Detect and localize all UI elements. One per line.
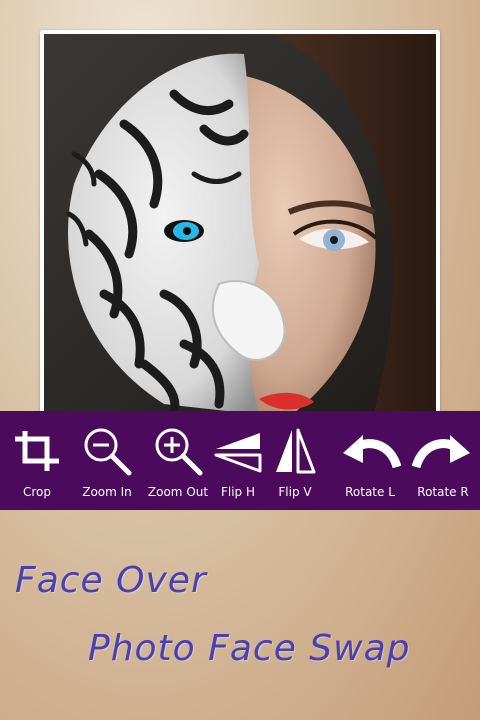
rotate-right-button[interactable]: Rotate R xyxy=(406,411,480,510)
flip-horizontal-button[interactable]: Flip H xyxy=(206,411,270,510)
photo-frame xyxy=(40,30,440,413)
zoom-in-label: Zoom In xyxy=(82,485,132,499)
flip-vertical-button[interactable]: Flip V xyxy=(264,411,326,510)
flip-horizontal-label: Flip H xyxy=(220,485,256,499)
zoom-in-button[interactable]: Zoom In xyxy=(74,411,140,510)
zoom-out-button[interactable]: Zoom Out xyxy=(140,411,216,510)
app-title-line-1: Face Over xyxy=(15,560,207,601)
rotate-right-label: Rotate R xyxy=(417,485,469,499)
zoom-in-icon xyxy=(74,421,140,481)
flip-vertical-icon xyxy=(264,421,326,481)
crop-icon xyxy=(0,421,74,481)
flip-horizontal-icon xyxy=(206,421,270,481)
face-swap-photo[interactable] xyxy=(44,34,436,413)
edit-toolbar: Crop Zoom In Zoom Out Flip H Flip V Rota… xyxy=(0,411,480,510)
rotate-left-button[interactable]: Rotate L xyxy=(330,411,410,510)
zoom-out-label: Zoom Out xyxy=(147,485,209,499)
app-title-line-2: Photo Face Swap xyxy=(88,628,411,669)
crop-label: Crop xyxy=(22,485,51,499)
rotate-left-icon xyxy=(330,421,410,481)
rotate-right-icon xyxy=(406,421,480,481)
zoom-out-icon xyxy=(140,421,216,481)
crop-button[interactable]: Crop xyxy=(0,411,74,510)
flip-vertical-label: Flip V xyxy=(278,485,312,499)
rotate-left-label: Rotate L xyxy=(345,485,395,499)
